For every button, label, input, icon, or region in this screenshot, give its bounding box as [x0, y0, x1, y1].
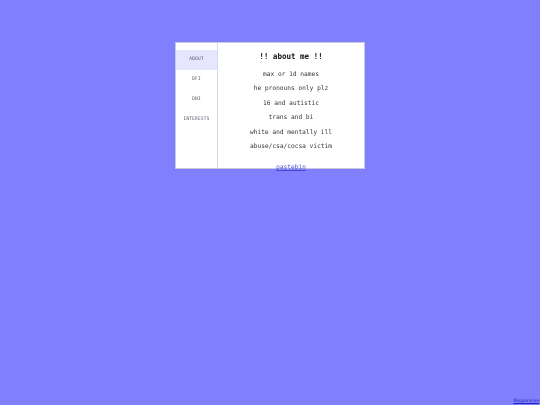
sidebar-nav: ABOUT DFI DNI INTERESTS	[176, 43, 218, 168]
about-content: !! about me !! max or 1d names he pronou…	[218, 43, 364, 171]
tab-dni[interactable]: DNI	[176, 90, 217, 110]
about-line-age: 16 and autistic	[263, 99, 319, 107]
tab-dfi[interactable]: DFI	[176, 70, 217, 90]
about-line-victim: abuse/csa/cocsa victim	[250, 143, 332, 151]
about-line-names: max or 1d names	[263, 71, 319, 78]
pastebin-link[interactable]: pastebin	[276, 161, 306, 175]
about-line-health: white and mentally ill	[250, 128, 332, 136]
tab-interests[interactable]: INTERESTS	[176, 110, 217, 130]
about-line-identity: trans and bi	[268, 114, 314, 122]
about-line-pronouns: he pronouns only plz	[253, 85, 329, 93]
about-card: ABOUT DFI DNI INTERESTS !! about me !! m…	[175, 42, 365, 171]
page-title: !! about me !!	[259, 52, 323, 61]
tab-about[interactable]: ABOUT	[176, 50, 217, 70]
page-background: ABOUT DFI DNI INTERESTS !! about me !! m…	[0, 0, 540, 405]
footer-responsive-link[interactable]: Responsive	[513, 399, 539, 404]
